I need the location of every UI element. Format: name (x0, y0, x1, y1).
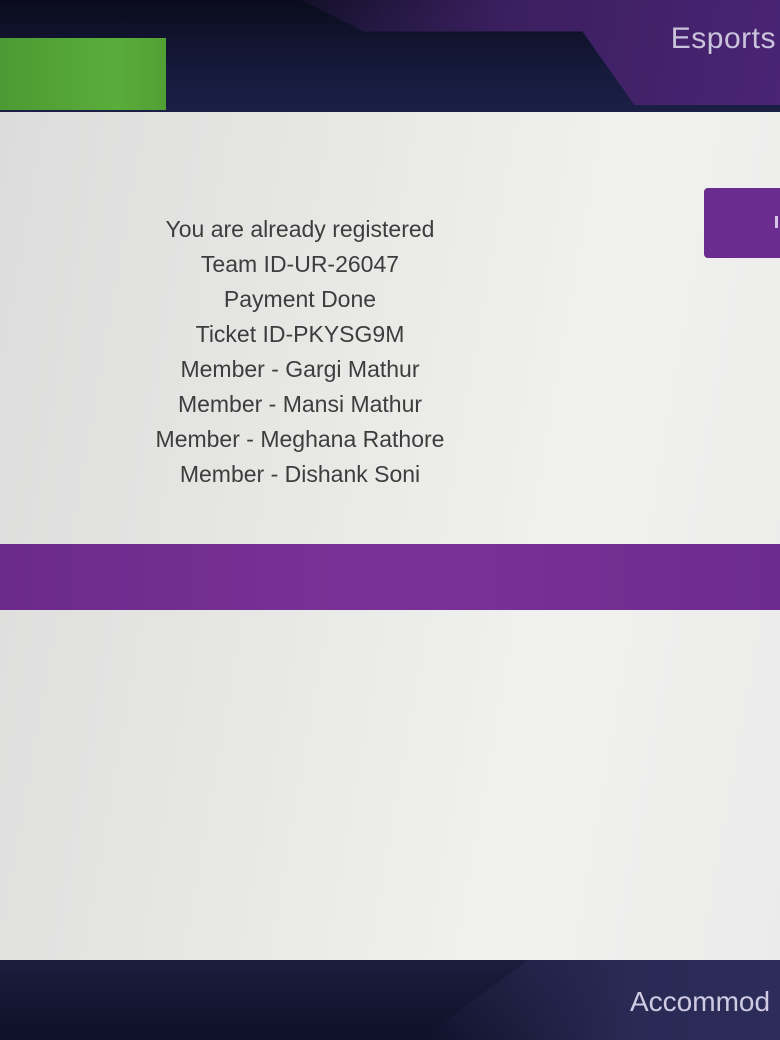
member-item: Member - Gargi Mathur (180, 356, 420, 382)
bottom-banner: Accommod (0, 960, 780, 1040)
purple-divider-band (0, 544, 780, 610)
page: Esports You are already registered Team … (0, 0, 780, 1040)
header-green-block[interactable] (0, 38, 166, 110)
ticket-id: Ticket ID-PKYSG9M (195, 321, 405, 347)
registration-info: You are already registered Team ID-UR-26… (80, 212, 520, 492)
nav-link-esports[interactable]: Esports (671, 22, 776, 56)
registration-status: You are already registered (165, 216, 435, 242)
member-item: Member - Dishank Soni (179, 461, 421, 487)
member-item: Member - Mansi Mathur (177, 391, 423, 417)
member-item: Member - Meghana Rathore (155, 426, 445, 452)
registration-panel: You are already registered Team ID-UR-26… (0, 112, 780, 960)
side-action-button[interactable] (704, 188, 780, 258)
team-id: Team ID-UR-26047 (200, 251, 400, 277)
nav-link-accommodation[interactable]: Accommod (630, 986, 770, 1018)
side-button-glyph-icon (775, 216, 778, 228)
payment-status: Payment Done (223, 286, 377, 312)
top-banner: Esports (0, 0, 780, 112)
